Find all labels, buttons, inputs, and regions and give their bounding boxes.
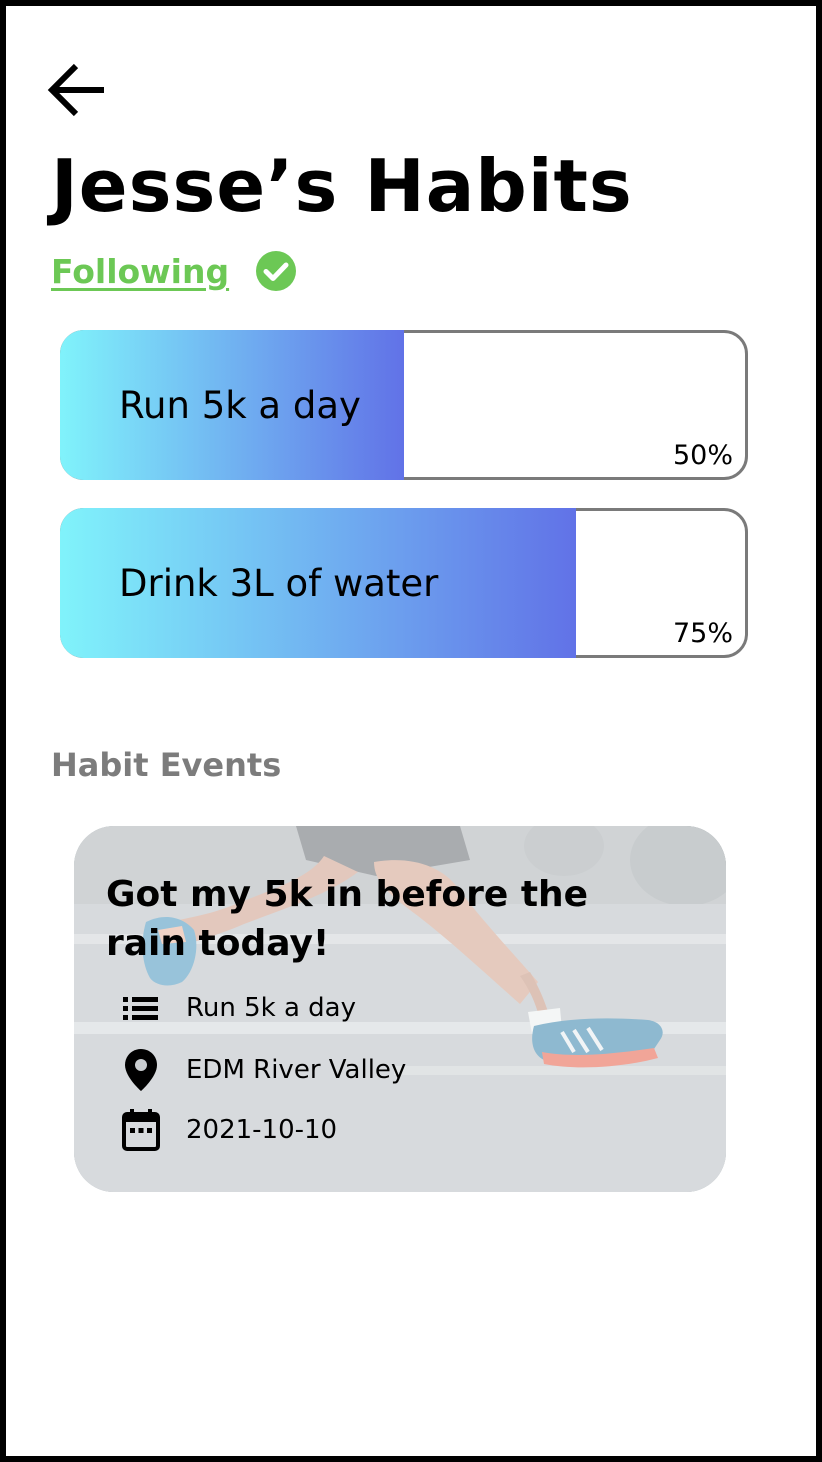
event-location: EDM River Valley (186, 1055, 407, 1085)
arrow-left-icon (47, 63, 104, 117)
event-date: 2021-10-10 (186, 1115, 338, 1145)
check-circle-icon (256, 251, 296, 291)
habit-name: Drink 3L of water (119, 561, 439, 605)
event-title: Got my 5k in before the rain today! (106, 874, 589, 964)
habit-progress-run[interactable]: Run 5k a day 50% (60, 330, 748, 480)
back-button[interactable] (46, 58, 110, 122)
list-icon (123, 997, 158, 1020)
following-link[interactable]: Following (51, 252, 229, 291)
screen: Jesse’s Habits Following Run 5k a day 50… (6, 6, 816, 1456)
section-title-habit-events: Habit Events (51, 746, 282, 784)
habit-event-card[interactable]: Got my 5k in before the rain today! Run … (74, 826, 726, 1192)
calendar-icon (122, 1109, 160, 1151)
habit-progress-water[interactable]: Drink 3L of water 75% (60, 508, 748, 658)
habit-progress-percent: 50% (672, 440, 733, 471)
habit-progress-percent: 75% (672, 618, 733, 649)
event-habit-name: Run 5k a day (186, 993, 357, 1023)
location-pin-icon (125, 1049, 157, 1091)
page-title: Jesse’s Habits (51, 144, 633, 228)
habit-name: Run 5k a day (119, 383, 361, 427)
